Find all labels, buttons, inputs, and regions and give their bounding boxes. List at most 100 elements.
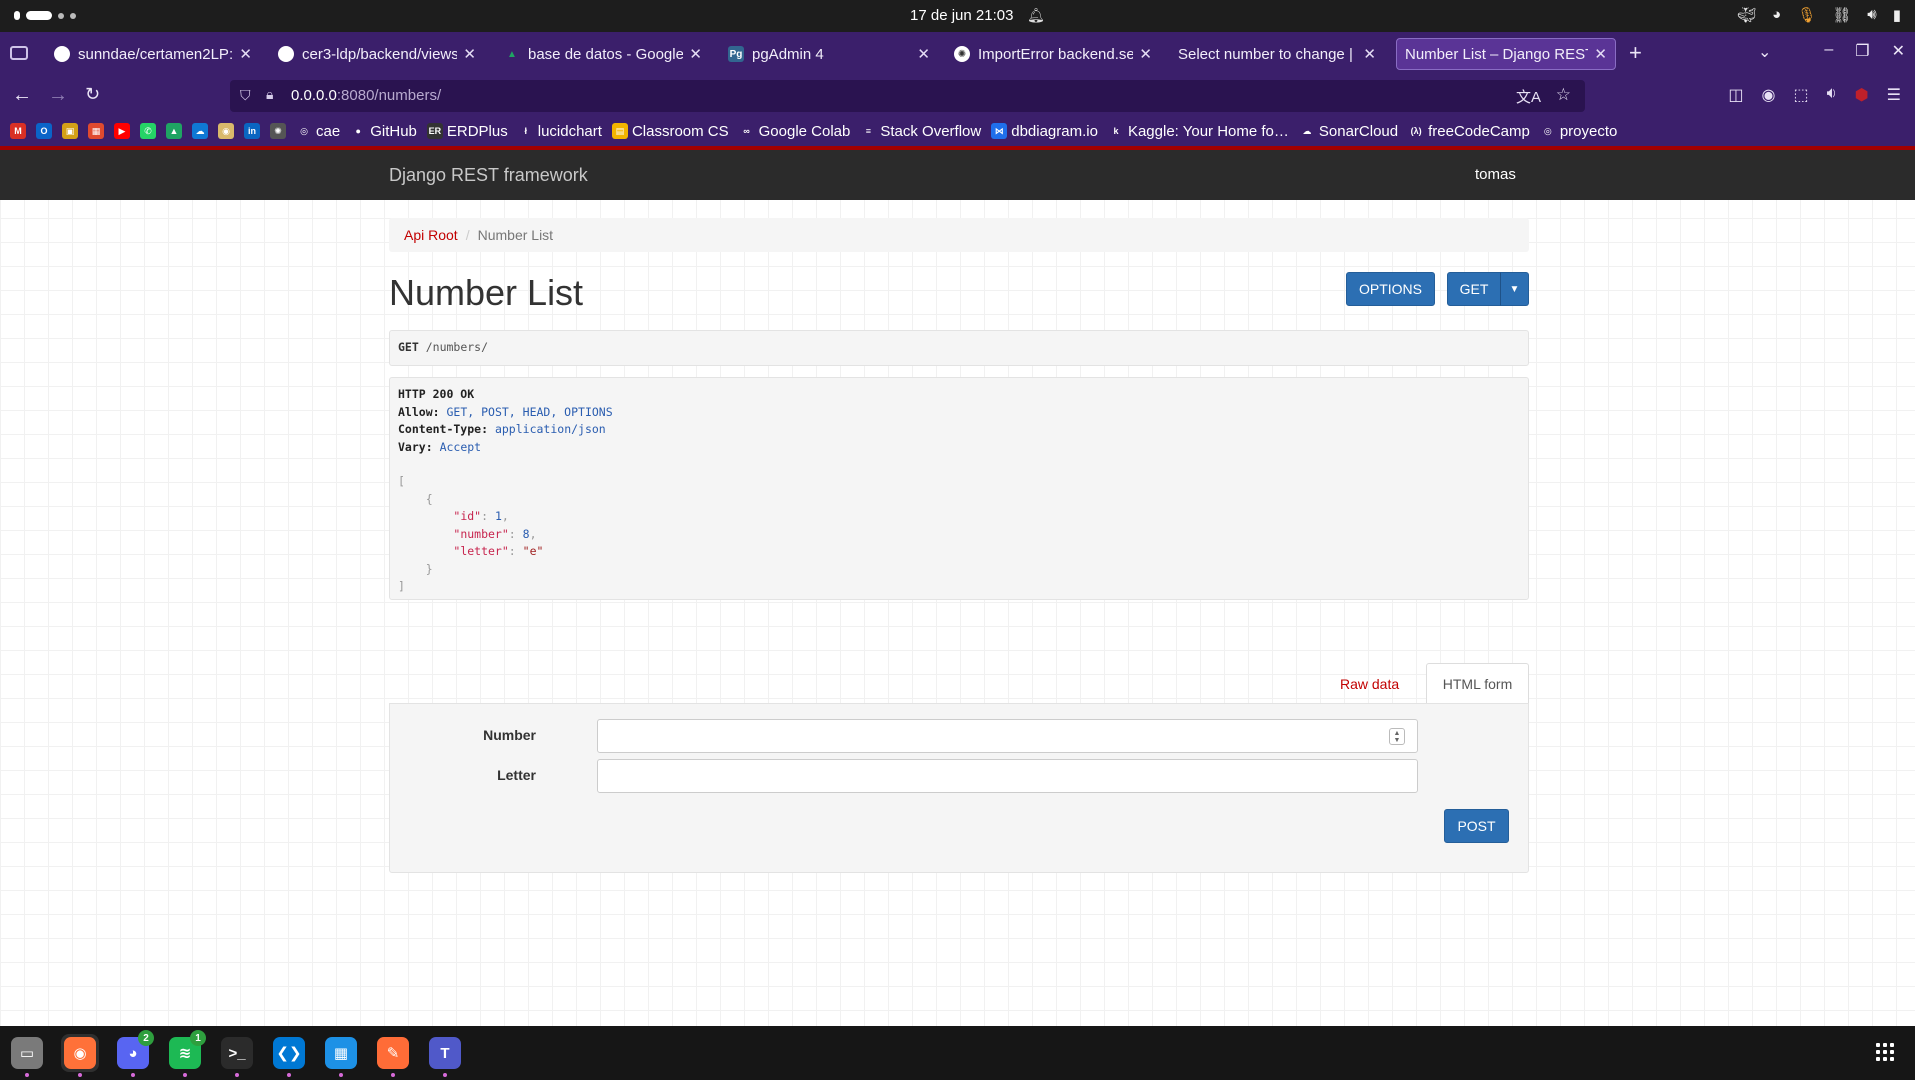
restore-icon[interactable]: ❐: [1855, 41, 1869, 61]
system-tray[interactable]: 🐳︎ ◕ 🎙︎ ⛓︎ 🔊︎ ▮: [1737, 6, 1901, 24]
dock-app-docker[interactable]: ▦: [322, 1034, 360, 1077]
forward-arrow-icon[interactable]: →: [48, 84, 68, 107]
drf-navbar: Django REST framework tomas: [0, 150, 1915, 200]
classroom-icon: ▤: [611, 123, 628, 139]
browser-tab[interactable]: Select number to change | Dj ✕: [1170, 38, 1384, 70]
bookmark-item[interactable]: (λ) freeCodeCamp: [1408, 123, 1530, 140]
erdplus-icon: ER: [426, 123, 443, 139]
dock-app-spotify[interactable]: ≋ 1: [166, 1030, 206, 1077]
bookmark-item[interactable]: ☁ SonarCloud: [1299, 123, 1398, 140]
pocket-icon[interactable]: ◫: [1728, 85, 1743, 105]
close-tab-icon[interactable]: ✕: [1139, 45, 1152, 63]
bookmark-item[interactable]: ▲: [166, 123, 182, 139]
close-tab-icon[interactable]: ✕: [1363, 45, 1376, 63]
tracking-protection-icon[interactable]: ⛉: [240, 87, 251, 104]
volume-icon[interactable]: 🔊︎: [1867, 6, 1876, 24]
clock[interactable]: 17 de jun 21:03: [910, 7, 1013, 24]
bookmark-item[interactable]: ≡ Stack Overflow: [860, 123, 982, 140]
tab-raw-data[interactable]: Raw data: [1340, 676, 1399, 692]
bookmark-item[interactable]: k Kaggle: Your Home fo…: [1108, 123, 1288, 140]
bookmark-item[interactable]: ł lucidchart: [518, 123, 601, 140]
number-spinner-icon[interactable]: ▲ ▼: [1389, 728, 1405, 745]
browser-tab[interactable]: cer3-ldp/backend/views.p ✕: [270, 38, 484, 70]
bookmark-item[interactable]: ◎ proyecto: [1540, 123, 1617, 140]
url-text[interactable]: 0.0.0.0:8080/numbers/: [291, 87, 441, 104]
dock-app-files[interactable]: ▭: [8, 1034, 46, 1077]
account-icon[interactable]: ◉: [1762, 85, 1776, 105]
breadcrumb-api-root[interactable]: Api Root: [404, 227, 458, 243]
show-apps-grid-icon[interactable]: [1876, 1043, 1894, 1061]
docker-tray-icon[interactable]: 🐳︎: [1737, 6, 1756, 24]
dock-app-vscode[interactable]: ❮❯: [270, 1034, 308, 1077]
bookmark-item[interactable]: ▤ Classroom CS: [611, 123, 729, 140]
new-tab-icon[interactable]: +: [1629, 40, 1642, 66]
activities-button[interactable]: [14, 11, 76, 20]
running-indicator: [25, 1073, 29, 1077]
microphone-icon[interactable]: 🎙︎: [1797, 6, 1816, 24]
tab-title: pgAdmin 4: [752, 45, 824, 63]
bookmark-item[interactable]: ✆: [140, 123, 156, 139]
json-value: "e": [522, 544, 544, 558]
bookmark-item[interactable]: ⋈ dbdiagram.io: [991, 123, 1098, 140]
options-button[interactable]: OPTIONS: [1346, 272, 1435, 306]
discord-tray-icon[interactable]: ◕: [1772, 6, 1781, 24]
bookmark-item[interactable]: ☁: [192, 123, 208, 139]
browser-tab-active[interactable]: Number List – Django REST f ✕: [1396, 38, 1616, 70]
close-tab-icon[interactable]: ✕: [1594, 45, 1607, 63]
translate-icon[interactable]: 文A: [1516, 86, 1541, 107]
post-button[interactable]: POST: [1444, 809, 1509, 843]
files-icon: ▭: [11, 1037, 43, 1069]
close-tab-icon[interactable]: ✕: [463, 45, 476, 63]
battery-icon[interactable]: ▮: [1893, 6, 1901, 24]
drf-brand-link[interactable]: Django REST framework: [389, 165, 588, 186]
extensions-icon[interactable]: ⬚: [1793, 85, 1808, 105]
linkedin-icon: in: [244, 123, 260, 139]
user-menu[interactable]: tomas: [1475, 166, 1516, 183]
bookmark-item[interactable]: in: [244, 123, 260, 139]
page-title: Number List: [389, 272, 584, 313]
bookmark-item[interactable]: ▦: [88, 123, 104, 139]
close-tab-icon[interactable]: ✕: [917, 45, 930, 63]
dbdiagram-icon: ⋈: [991, 123, 1008, 139]
number-input[interactable]: ▲ ▼: [597, 719, 1418, 753]
dock-app-terminal[interactable]: >_: [218, 1034, 256, 1077]
audio-icon[interactable]: 🔉︎: [1827, 85, 1837, 105]
dock-app-discord[interactable]: ◕ 2: [114, 1030, 154, 1077]
sidebar-toggle-icon[interactable]: [10, 46, 28, 60]
bookmark-item[interactable]: ● GitHub: [350, 123, 416, 140]
lock-icon[interactable]: 🔒︎: [266, 86, 273, 103]
tab-html-form[interactable]: HTML form: [1426, 663, 1529, 704]
reload-icon[interactable]: ↻: [85, 84, 100, 105]
back-arrow-icon[interactable]: ←: [12, 84, 32, 107]
minimize-icon[interactable]: –: [1824, 41, 1833, 61]
menu-hamburger-icon[interactable]: ☰: [1887, 85, 1901, 105]
list-all-tabs-icon[interactable]: ⌄: [1758, 42, 1771, 62]
dock-app-teams[interactable]: T: [426, 1034, 464, 1077]
bookmark-item[interactable]: ◉: [218, 123, 234, 139]
network-icon[interactable]: ⛓︎: [1832, 6, 1851, 24]
bookmark-item[interactable]: O: [36, 123, 52, 139]
letter-input[interactable]: [597, 759, 1418, 793]
bookmark-item[interactable]: ER ERDPlus: [426, 123, 508, 140]
bookmark-item[interactable]: ▣: [62, 123, 78, 139]
bookmark-item[interactable]: ∞ Google Colab: [739, 123, 850, 140]
ublock-icon[interactable]: ⬢: [1855, 85, 1869, 105]
get-button[interactable]: GET: [1447, 272, 1501, 306]
dock-app-firefox[interactable]: ◉: [61, 1034, 99, 1077]
close-tab-icon[interactable]: ✕: [239, 45, 252, 63]
bookmark-item[interactable]: ▶: [114, 123, 130, 139]
browser-tab[interactable]: Pg pgAdmin 4 ✕: [720, 38, 938, 70]
browser-tab[interactable]: ▲ base de datos - Google D ✕: [496, 38, 710, 70]
browser-tab[interactable]: sunndae/certamen2LP: C ✕: [46, 38, 260, 70]
browser-tab[interactable]: ✺ ImportError backend.seri ✕: [946, 38, 1160, 70]
notification-bell-icon[interactable]: 🔔︎: [1027, 7, 1045, 24]
dock-app-postman[interactable]: ✎: [374, 1034, 412, 1077]
bookmark-item[interactable]: M: [10, 123, 26, 139]
bookmark-item[interactable]: ✺: [270, 123, 286, 139]
get-format-dropdown-icon[interactable]: ▼: [1500, 272, 1529, 306]
close-window-icon[interactable]: ✕: [1892, 41, 1905, 61]
bookmark-star-icon[interactable]: ☆: [1556, 85, 1571, 105]
close-tab-icon[interactable]: ✕: [689, 45, 702, 63]
url-bar[interactable]: ⛉ 🔒︎ 0.0.0.0:8080/numbers/ 文A ☆: [230, 80, 1585, 112]
bookmark-item[interactable]: ◎ cae: [296, 123, 340, 140]
